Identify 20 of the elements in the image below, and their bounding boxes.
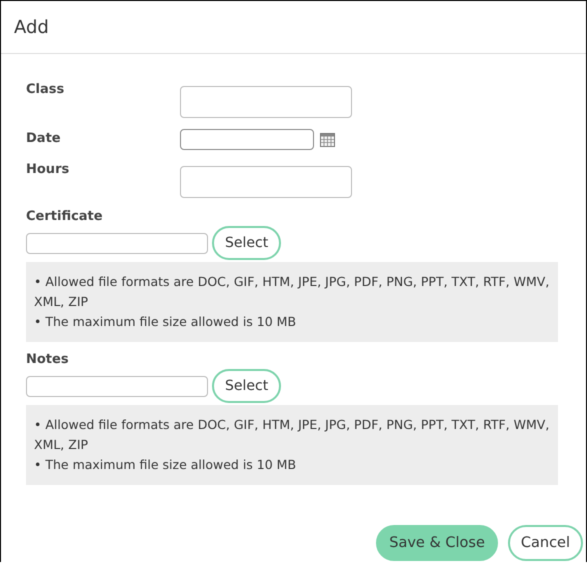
save-button[interactable]: Save & Close — [376, 525, 498, 561]
field-label: Class — [26, 82, 66, 97]
date-field[interactable] — [180, 129, 314, 150]
field-label: Date — [26, 131, 62, 146]
cancel-button[interactable]: Cancel — [508, 525, 583, 561]
info-text: • The maximum file size allowed is 10 MB — [34, 313, 298, 331]
field-label: Notes — [26, 352, 70, 367]
input-field[interactable] — [180, 86, 352, 118]
select-button[interactable]: Select — [212, 226, 282, 260]
info-text: • Allowed file formats are DOC, GIF, HTM, JPE, JPG, PDF, PNG, PPT, TXT, RTF, WMV, XML, ZIP — [34, 273, 550, 311]
info-text: • Allowed file formats are DOC, GIF, HTM, JPE, JPG, PDF, PNG, PPT, TXT, RTF, WMV, XML, ZIP — [34, 416, 550, 454]
field-label: Hours — [26, 162, 70, 177]
select-button[interactable]: Select — [212, 369, 282, 403]
file-field[interactable] — [26, 232, 208, 254]
dialog-title: Add — [14, 16, 49, 38]
input-field[interactable] — [180, 166, 352, 198]
info-text: • The maximum file size allowed is 10 MB — [34, 456, 298, 474]
calendar-icon[interactable] — [320, 132, 335, 146]
file-field[interactable] — [26, 376, 208, 396]
field-label: Certificate — [26, 209, 104, 224]
